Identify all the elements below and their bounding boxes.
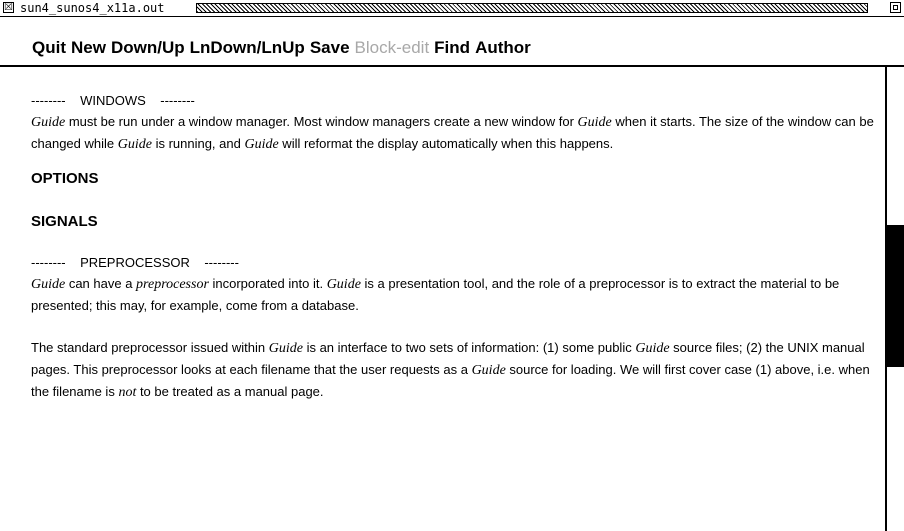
menu-down-up[interactable]: Down/Up: [111, 38, 185, 58]
menu-block-edit: Block-edit: [354, 38, 430, 57]
window-resize-icon[interactable]: [890, 2, 901, 13]
section-separator-preprocessor: -------- PREPROCESSOR --------: [31, 255, 239, 270]
window-titlebar[interactable]: ☒ sun4_sunos4_x11a.out: [0, 0, 904, 17]
guide-term[interactable]: Guide: [244, 137, 278, 152]
guide-term[interactable]: Guide: [31, 115, 65, 130]
not-term: not: [118, 385, 137, 400]
document-view[interactable]: -------- WINDOWS -------- Guide must be …: [0, 67, 887, 531]
menu-bar: Quit New Down/Up LnDown/LnUp Save Block-…: [0, 17, 904, 67]
menu-save[interactable]: Save: [310, 38, 350, 58]
guide-term[interactable]: Guide: [578, 115, 612, 130]
scrollbar-thumb[interactable]: [887, 225, 904, 367]
menu-new[interactable]: New: [71, 38, 106, 58]
section-separator-windows: -------- WINDOWS --------: [31, 93, 195, 108]
guide-term[interactable]: Guide: [118, 137, 152, 152]
guide-term[interactable]: Guide: [635, 341, 669, 356]
heading-options[interactable]: OPTIONS: [31, 168, 881, 190]
guide-term[interactable]: Guide: [269, 341, 303, 356]
menu-author[interactable]: Author: [475, 38, 531, 58]
paragraph-preprocessor-1: Guide can have a preprocessor incorporat…: [31, 276, 840, 313]
heading-signals[interactable]: SIGNALS: [31, 211, 881, 233]
paragraph-preprocessor-2: The standard preprocessor issued within …: [31, 340, 870, 400]
guide-term[interactable]: Guide: [31, 277, 65, 292]
guide-term[interactable]: Guide: [327, 277, 361, 292]
preprocessor-term[interactable]: preprocessor: [136, 277, 209, 292]
menu-find[interactable]: Find: [434, 38, 470, 58]
paragraph-windows: Guide must be run under a window manager…: [31, 114, 874, 152]
menu-lndown-lnup[interactable]: LnDown/LnUp: [190, 38, 305, 58]
guide-term[interactable]: Guide: [472, 363, 506, 378]
titlebar-drag-area[interactable]: [196, 3, 868, 13]
vertical-scrollbar[interactable]: [887, 67, 904, 531]
window-close-icon[interactable]: ☒: [3, 2, 14, 13]
menu-quit[interactable]: Quit: [32, 38, 66, 58]
window-title: sun4_sunos4_x11a.out: [20, 1, 165, 15]
